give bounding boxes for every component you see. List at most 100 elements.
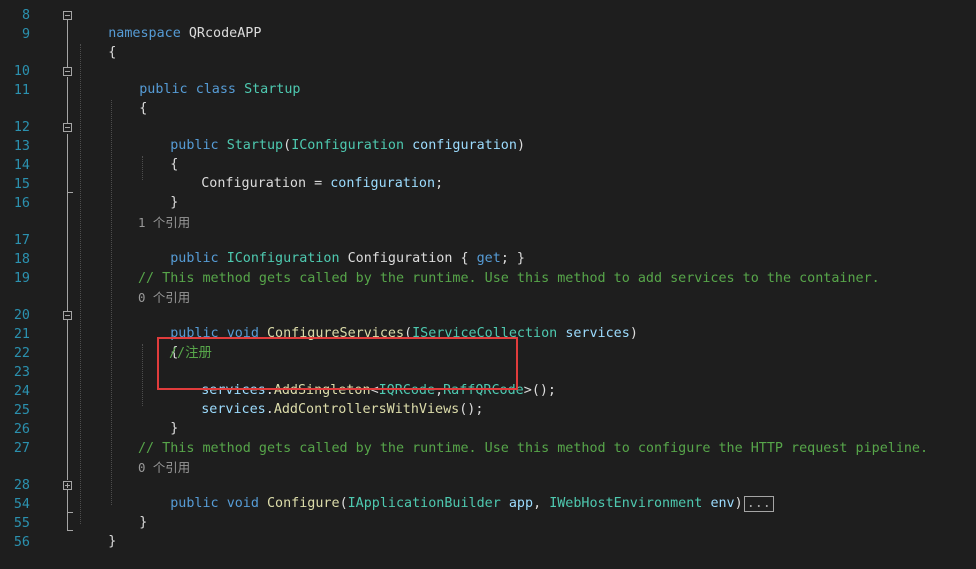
type-name: IWebHostEnvironment <box>549 496 703 511</box>
outline-end <box>67 530 73 531</box>
code-line: public IConfiguration Configuration { ge… <box>138 232 525 266</box>
line-number: 54 <box>13 497 30 512</box>
collapse-toggle[interactable] <box>63 11 72 20</box>
keyword: void <box>226 496 259 511</box>
keyword: public <box>170 496 219 511</box>
parameter: services <box>565 326 630 341</box>
codelens-references[interactable]: 0 个引用 <box>138 291 190 305</box>
semicolon: ; <box>435 176 444 191</box>
parameter: configuration <box>412 138 517 153</box>
comma: , <box>533 496 550 511</box>
line-number: 23 <box>13 365 30 380</box>
line-number: 19 <box>13 271 30 286</box>
call-end: (); <box>531 383 556 398</box>
keyword: get <box>476 251 501 266</box>
codelens-references[interactable]: 1 个引用 <box>138 216 190 230</box>
expand-toggle[interactable] <box>63 481 72 490</box>
code-editor[interactable]: 8 9 10 11 12 13 14 15 16 17 18 19 20 21 … <box>0 0 976 558</box>
paren: ( <box>339 496 348 511</box>
line-number: 18 <box>13 252 30 267</box>
code-line: public void Configure(IApplicationBuilde… <box>138 477 774 512</box>
collapse-toggle[interactable] <box>63 123 72 132</box>
outline-line <box>67 77 68 126</box>
dot: . <box>265 402 274 417</box>
brace: } <box>108 534 117 549</box>
line-number: 13 <box>13 139 30 154</box>
line-number: 25 <box>13 403 30 418</box>
line-number: 11 <box>13 83 30 98</box>
collapsed-region-button[interactable]: ... <box>743 496 774 512</box>
outline-line <box>67 192 68 321</box>
indent-guide <box>111 100 112 505</box>
property-ref: Configuration <box>201 176 307 191</box>
code-line: public class Startup <box>107 63 300 97</box>
line-number: 55 <box>13 516 30 531</box>
brace: } <box>139 515 148 530</box>
code-line: { <box>138 138 178 172</box>
code-line: } <box>138 176 178 210</box>
highlight-box <box>157 337 518 390</box>
line-number: 24 <box>13 384 30 399</box>
indent-guide <box>80 44 81 524</box>
line-number: 14 <box>13 158 30 173</box>
operator: = <box>306 176 331 191</box>
angle-bracket: > <box>523 383 532 398</box>
paren: ( <box>283 138 292 153</box>
constructor-name: Startup <box>226 138 284 153</box>
code-line: } <box>107 496 147 530</box>
type-name: IConfiguration <box>226 251 340 266</box>
line-number: 22 <box>13 346 30 361</box>
comment: // This method gets called by the runtim… <box>138 441 929 456</box>
namespace-name: QRcodeAPP <box>188 26 262 41</box>
outline-line <box>67 134 68 192</box>
line-number: 17 <box>13 233 30 248</box>
collapse-toggle[interactable] <box>63 311 72 320</box>
line-number: 21 <box>13 327 30 342</box>
line-number: 12 <box>13 120 30 135</box>
outline-end <box>67 512 73 513</box>
parameter: services <box>201 402 266 417</box>
keyword: namespace <box>108 26 181 41</box>
line-number: 26 <box>13 422 30 437</box>
method-name: Configure <box>267 496 340 511</box>
line-number: 9 <box>21 27 30 42</box>
type-name: IConfiguration <box>291 138 405 153</box>
code-line: Configuration = configuration; <box>169 157 443 191</box>
method-name: AddControllersWithViews <box>273 402 460 417</box>
code-line: public Startup(IConfiguration configurat… <box>138 119 525 153</box>
code-line: } <box>138 402 178 436</box>
brace: { <box>108 45 117 60</box>
outline-line <box>67 490 68 530</box>
line-number: 16 <box>13 196 30 211</box>
paren: ) <box>629 326 638 341</box>
outline-line <box>67 20 68 69</box>
codelens-references[interactable]: 0 个引用 <box>138 461 190 475</box>
line-number: 10 <box>13 64 30 79</box>
call-end: (); <box>459 402 484 417</box>
code-line: } <box>76 515 116 549</box>
line-number: 56 <box>13 535 30 550</box>
brace: { <box>452 251 477 266</box>
code-line: public void ConfigureServices(IServiceCo… <box>138 307 638 341</box>
code-line: namespace QRcodeAPP <box>76 7 261 41</box>
comment: // This method gets called by the runtim… <box>138 271 880 286</box>
brace: ; } <box>500 251 525 266</box>
collapse-toggle[interactable] <box>63 67 72 76</box>
brace: { <box>139 101 148 116</box>
brace: } <box>170 421 179 436</box>
line-number: 27 <box>13 441 30 456</box>
line-number: 20 <box>13 308 30 323</box>
outline-line <box>67 321 68 480</box>
keyword: class <box>195 82 236 97</box>
paren: ) <box>734 496 743 511</box>
brace: } <box>170 195 179 210</box>
parameter: app <box>508 496 534 511</box>
class-name: Startup <box>244 82 301 97</box>
type-name: IApplicationBuilder <box>347 496 501 511</box>
line-number: 15 <box>13 177 30 192</box>
property-name: Configuration <box>347 251 453 266</box>
keyword: public <box>170 251 219 266</box>
code-line: { <box>107 82 147 116</box>
paren: ) <box>516 138 525 153</box>
line-number: 28 <box>13 478 30 493</box>
